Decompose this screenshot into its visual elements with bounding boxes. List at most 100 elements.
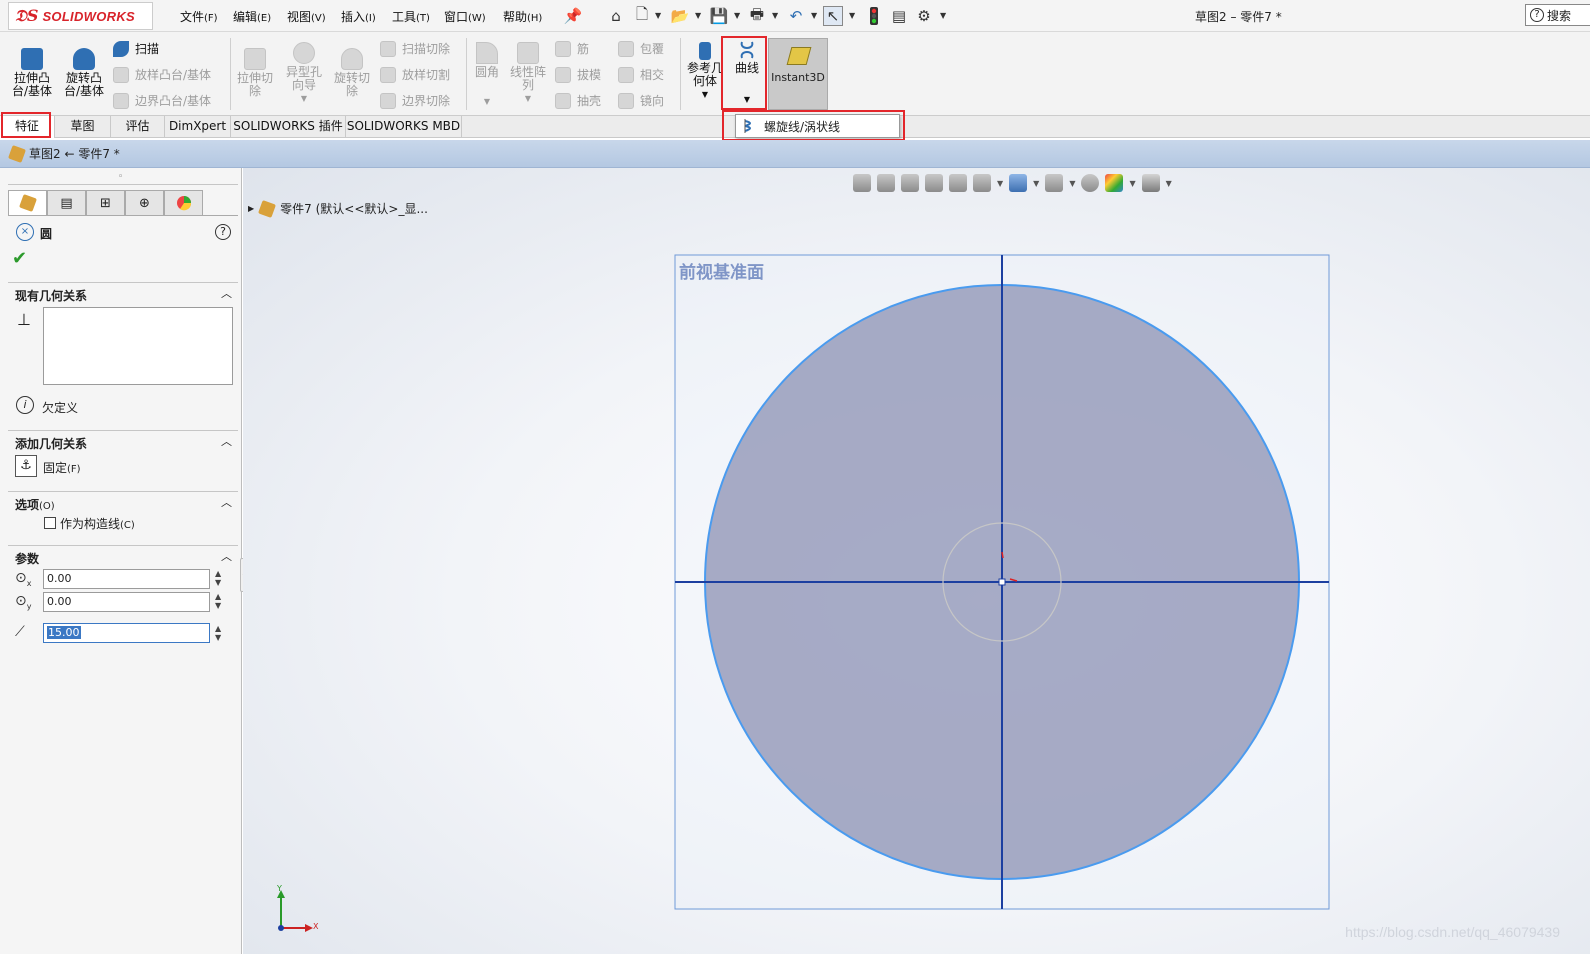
menu-file[interactable]: 文件(F) <box>180 8 218 25</box>
radius-spinner-icon[interactable]: ▲ ▼ <box>215 624 223 642</box>
linear-pattern-caret-icon[interactable]: ▼ <box>508 92 548 105</box>
select-dropdown-caret-icon[interactable]: ▼ <box>849 11 855 20</box>
radius-input[interactable]: 15.00 <box>43 623 210 643</box>
center-y-input[interactable]: 0.00 <box>43 592 210 612</box>
menu-insert[interactable]: 插入(I) <box>341 8 376 25</box>
display-manager-tab-icon[interactable] <box>164 190 203 216</box>
existing-relations-header[interactable]: 现有几何关系 ︿ <box>8 282 238 303</box>
collapse-chevron-icon[interactable]: ︿ <box>221 285 232 301</box>
file-properties-icon[interactable]: ▤ <box>889 6 909 26</box>
origin-point[interactable] <box>998 578 1006 586</box>
select-pointer-icon[interactable]: ↖ <box>823 6 843 26</box>
print-icon[interactable]: 🖶 <box>747 5 767 26</box>
undo-dropdown-caret-icon[interactable]: ▼ <box>811 11 817 20</box>
options-gear-icon[interactable]: ⚙ <box>914 6 934 26</box>
draft-label: 拔模 <box>577 68 602 82</box>
sweep-button[interactable]: 扫描 <box>113 40 159 57</box>
intersect-button[interactable]: 相交 <box>618 66 664 83</box>
add-relations-header[interactable]: 添加几何关系 ︿ <box>8 430 238 451</box>
options-header[interactable]: 选项(O) ︿ <box>8 491 238 512</box>
hole-wizard-caret-icon[interactable]: ▼ <box>282 92 326 105</box>
reference-geometry-button[interactable]: 参考几何体 ▼ <box>684 42 726 101</box>
solidworks-logo[interactable]: 𝔇S SOLIDWORKS <box>8 2 153 30</box>
menu-tools[interactable]: 工具(T) <box>392 8 430 25</box>
menu-edit[interactable]: 编辑(E) <box>233 8 271 25</box>
fix-relation-icon[interactable]: ⚓ <box>15 455 37 477</box>
configuration-manager-tab-icon[interactable]: ⊞ <box>86 190 125 216</box>
fillet-button[interactable]: 圆角 ▼ <box>470 42 504 108</box>
fillet-caret-icon[interactable]: ▼ <box>470 95 504 108</box>
center-x-spinner-icon[interactable]: ▲ ▼ <box>215 569 223 587</box>
ribbon-separator <box>466 38 467 110</box>
undo-icon[interactable]: ↶ <box>786 6 806 26</box>
tab-evaluate[interactable]: 评估 <box>111 116 165 138</box>
extrude-boss-button[interactable]: 拉伸凸台/基体 <box>8 48 56 98</box>
save-dropdown-caret-icon[interactable]: ▼ <box>734 11 740 20</box>
help-icon[interactable]: ? <box>215 224 231 240</box>
graphics-viewport[interactable]: ▼ ▼ ▼ ▼ ▼ ▶ 零件7 (默认<<默认>_显... Y X 前视基准面 … <box>243 168 1590 954</box>
tab-sketch[interactable]: 草图 <box>55 116 111 138</box>
feature-manager-tab-icon[interactable] <box>8 190 47 216</box>
rib-button[interactable]: 筋 <box>555 40 589 57</box>
reference-geometry-caret-icon[interactable]: ▼ <box>684 88 726 101</box>
construction-option[interactable]: 作为构造线 (C) <box>60 515 135 532</box>
boundary-boss-icon <box>113 92 129 109</box>
wrap-button[interactable]: 包覆 <box>618 40 664 57</box>
print-dropdown-caret-icon[interactable]: ▼ <box>772 11 778 20</box>
home-icon[interactable]: ⌂ <box>606 6 626 26</box>
dimxpert-manager-tab-icon[interactable]: ⊕ <box>125 190 164 216</box>
part-icon <box>8 144 26 163</box>
draft-button[interactable]: 拔模 <box>555 66 601 83</box>
shell-icon <box>555 92 571 109</box>
open-dropdown-caret-icon[interactable]: ▼ <box>695 11 701 20</box>
sweep-cut-button[interactable]: 扫描切除 <box>380 40 450 57</box>
tab-dimxpert[interactable]: DimXpert <box>165 116 231 138</box>
center-y-spinner-icon[interactable]: ▲ ▼ <box>215 592 223 610</box>
search-box[interactable]: ? 搜索 <box>1525 4 1590 26</box>
loft-cut-button[interactable]: 放样切割 <box>380 66 450 83</box>
revolve-cut-icon <box>341 48 363 70</box>
extrude-cut-button[interactable]: 拉伸切除 <box>233 48 277 98</box>
reference-geometry-label: 参考几何体 <box>686 61 723 88</box>
menu-help[interactable]: 帮助(H) <box>503 8 542 25</box>
new-dropdown-caret-icon[interactable]: ▼ <box>655 11 661 20</box>
hole-wizard-button[interactable]: 异型孔向导 ▼ <box>282 42 326 105</box>
sweep-icon <box>113 40 129 57</box>
revolve-cut-label: 旋转切除 <box>334 71 371 98</box>
ok-checkmark-icon[interactable]: ✔ <box>12 248 27 269</box>
save-icon[interactable]: 💾 <box>709 6 729 26</box>
menu-window[interactable]: 窗口(W) <box>444 8 486 25</box>
shell-button[interactable]: 抽壳 <box>555 92 601 109</box>
tab-mbd[interactable]: SOLIDWORKS MBD <box>346 116 462 138</box>
new-document-icon[interactable]: 🗋 <box>632 5 652 26</box>
menu-view[interactable]: 视图(V) <box>287 8 326 25</box>
revolve-boss-button[interactable]: 旋转凸台/基体 <box>60 48 108 98</box>
collapse-chevron-icon[interactable]: ︿ <box>221 494 232 510</box>
panel-splitter-handle[interactable]: ◦ <box>118 172 123 182</box>
collapse-chevron-icon[interactable]: ︿ <box>221 433 232 449</box>
intersect-label: 相交 <box>640 68 665 82</box>
tab-addins[interactable]: SOLIDWORKS 插件 <box>231 116 346 138</box>
center-x-input[interactable]: 0.00 <box>43 569 210 589</box>
existing-relations-list[interactable] <box>43 307 233 385</box>
hole-wizard-icon <box>293 42 315 64</box>
property-manager-tab-icon[interactable]: ▤ <box>47 190 86 216</box>
pin-icon[interactable]: 📌 <box>563 6 583 26</box>
options-dropdown-caret-icon[interactable]: ▼ <box>940 11 946 20</box>
linear-pattern-button[interactable]: 线性阵列 ▼ <box>508 42 548 105</box>
collapse-chevron-icon[interactable]: ︿ <box>221 548 232 564</box>
parameters-header[interactable]: 参数 ︿ <box>8 545 238 566</box>
boundary-cut-button[interactable]: 边界切除 <box>380 92 450 109</box>
open-folder-icon[interactable]: 📂 <box>670 6 690 26</box>
rebuild-traffic-light-icon[interactable] <box>864 6 884 26</box>
instant3d-button[interactable]: Instant3D <box>768 38 828 110</box>
mirror-button[interactable]: 镜向 <box>618 92 664 109</box>
loft-boss-button[interactable]: 放样凸台/基体 <box>113 66 211 83</box>
linear-pattern-label: 线性阵列 <box>509 65 546 92</box>
construction-checkbox[interactable] <box>44 517 56 529</box>
boundary-boss-button[interactable]: 边界凸台/基体 <box>113 92 211 109</box>
revolve-cut-button[interactable]: 旋转切除 <box>330 48 374 98</box>
panel-tab-filler <box>203 190 238 216</box>
breadcrumb-text[interactable]: 草图2 ← 零件7 * <box>29 145 120 162</box>
fix-relation-button[interactable]: 固定 (F) <box>43 459 81 476</box>
